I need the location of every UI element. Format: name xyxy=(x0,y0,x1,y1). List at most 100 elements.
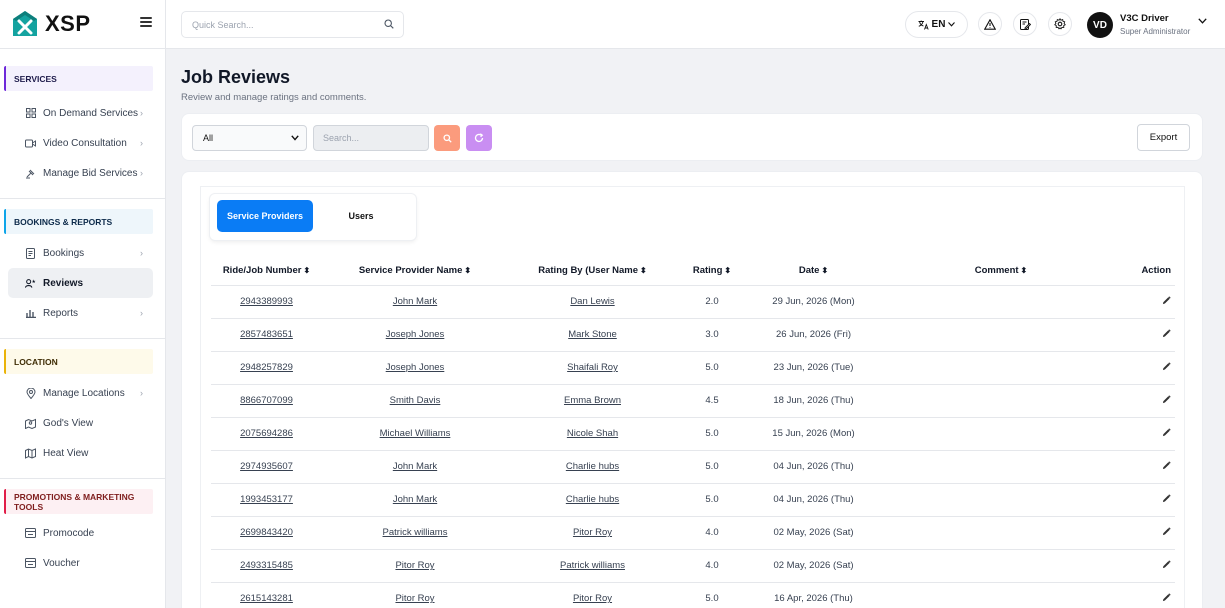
column-header-date[interactable]: Date ⬍ xyxy=(747,256,880,286)
warning-icon xyxy=(984,18,996,30)
column-header-provider-name[interactable]: Service Provider Name ⬍ xyxy=(322,256,508,286)
alert-button[interactable] xyxy=(978,12,1002,36)
edit-pencil-icon[interactable] xyxy=(1162,559,1171,569)
user-name-link[interactable]: Patrick williams xyxy=(508,549,677,583)
sidebar-item-manage-locations[interactable]: Manage Locations › xyxy=(8,378,153,408)
review-date: 29 Jun, 2026 (Mon) xyxy=(747,285,880,319)
column-header-rating-by[interactable]: Rating By (User Name ⬍ xyxy=(508,256,677,286)
table-row: 2943389993 John Mark Dan Lewis 2.0 29 Jun, 2… xyxy=(211,285,1175,319)
sidebar-item-reports[interactable]: Reports › xyxy=(8,298,153,328)
edit-pencil-icon[interactable] xyxy=(1162,328,1171,338)
reviews-card: Service Providers Users Ride/Job Number ⬍… xyxy=(181,171,1203,608)
edit-pencil-icon[interactable] xyxy=(1162,460,1171,470)
edit-pencil-icon[interactable] xyxy=(1162,394,1171,404)
job-number-link[interactable]: 1993453177 xyxy=(211,483,322,517)
user-name-link[interactable]: Shaifali Roy xyxy=(508,351,677,385)
settings-button[interactable] xyxy=(1048,12,1072,36)
provider-name-link[interactable]: John Mark xyxy=(322,483,508,517)
job-number-link[interactable]: 2948257829 xyxy=(211,351,322,385)
map-pin-icon xyxy=(25,418,36,429)
provider-name-link[interactable]: Patrick williams xyxy=(322,516,508,550)
sort-icon[interactable]: ⬍ xyxy=(724,266,731,275)
edit-pencil-icon[interactable] xyxy=(1162,592,1171,602)
table-row: 2699843420 Patrick williams Pitor Roy 4.0 02… xyxy=(211,516,1175,550)
sort-icon[interactable]: ⬍ xyxy=(1021,266,1028,275)
column-header-job-number[interactable]: Ride/Job Number ⬍ xyxy=(211,256,322,286)
provider-name-link[interactable]: Pitor Roy xyxy=(322,582,508,608)
sidebar-item-voucher[interactable]: Voucher xyxy=(8,548,153,578)
provider-name-link[interactable]: Pitor Roy xyxy=(322,549,508,583)
refresh-button[interactable] xyxy=(466,125,492,151)
user-name[interactable]: V3C Driver xyxy=(1120,13,1169,24)
user-name-link[interactable]: Pitor Roy xyxy=(508,516,677,550)
sort-icon[interactable]: ⬍ xyxy=(303,266,310,275)
edit-pencil-icon[interactable] xyxy=(1162,493,1171,503)
tab-users[interactable]: Users xyxy=(316,200,406,232)
job-number-link[interactable]: 2493315485 xyxy=(211,549,322,583)
search-button[interactable] xyxy=(434,125,460,151)
sidebar-item-manage-bid-services[interactable]: Manage Bid Services › xyxy=(8,158,153,188)
chevron-down-icon[interactable] xyxy=(1198,18,1207,24)
job-number-link[interactable]: 2615143281 xyxy=(211,582,322,608)
job-number-link[interactable]: 2075694286 xyxy=(211,417,322,451)
filter-select[interactable]: All xyxy=(192,125,307,151)
notes-button[interactable] xyxy=(1013,12,1037,36)
sort-icon[interactable]: ⬍ xyxy=(640,266,647,275)
review-date: 18 Jun, 2026 (Thu) xyxy=(747,384,880,418)
sort-icon[interactable]: ⬍ xyxy=(464,266,471,275)
search-icon[interactable] xyxy=(384,19,394,29)
action-cell xyxy=(1122,285,1175,319)
provider-name-link[interactable]: Joseph Jones xyxy=(322,351,508,385)
provider-name-link[interactable]: John Mark xyxy=(322,450,508,484)
user-name-link[interactable]: Charlie hubs xyxy=(508,450,677,484)
avatar[interactable]: VD xyxy=(1087,12,1113,38)
table-row: 1993453177 John Mark Charlie hubs 5.0 04 Jun… xyxy=(211,483,1175,517)
reviews-table: Ride/Job Number ⬍ Service Provider Name ⬍ … xyxy=(211,256,1175,608)
sidebar-item-video-consultation[interactable]: Video Consultation › xyxy=(8,128,153,158)
edit-pencil-icon[interactable] xyxy=(1162,361,1171,371)
filter-search-input[interactable]: Search... xyxy=(313,125,429,151)
column-header-comment[interactable]: Comment ⬍ xyxy=(880,256,1122,286)
user-name-link[interactable]: Mark Stone xyxy=(508,318,677,352)
edit-pencil-icon[interactable] xyxy=(1162,295,1171,305)
export-button[interactable]: Export xyxy=(1137,124,1190,151)
sidebar-item-on-demand-services[interactable]: On Demand Services › xyxy=(8,98,153,128)
page-subtitle: Review and manage ratings and comments. xyxy=(181,92,367,103)
menu-toggle-icon[interactable] xyxy=(140,17,152,27)
user-name-link[interactable]: Charlie hubs xyxy=(508,483,677,517)
job-number-link[interactable]: 2943389993 xyxy=(211,285,322,319)
rating-value: 4.5 xyxy=(677,384,747,418)
job-number-link[interactable]: 2699843420 xyxy=(211,516,322,550)
user-name-link[interactable]: Pitor Roy xyxy=(508,582,677,608)
provider-name-link[interactable]: Joseph Jones xyxy=(322,318,508,352)
edit-pencil-icon[interactable] xyxy=(1162,427,1171,437)
sidebar-item-gods-view[interactable]: God's View xyxy=(8,408,153,438)
sidebar-item-label: Reports xyxy=(43,307,79,319)
sidebar-item-label: Promocode xyxy=(43,527,95,539)
sidebar-item-promocode[interactable]: Promocode xyxy=(8,518,153,548)
divider xyxy=(0,338,165,339)
sidebar-item-reviews[interactable]: Reviews xyxy=(8,268,153,298)
job-number-link[interactable]: 8866707099 xyxy=(211,384,322,418)
brand-name[interactable]: XSP xyxy=(45,11,91,37)
provider-name-link[interactable]: Smith Davis xyxy=(322,384,508,418)
sidebar-item-bookings[interactable]: Bookings › xyxy=(8,238,153,268)
provider-name-link[interactable]: Michael Williams xyxy=(322,417,508,451)
user-name-link[interactable]: Dan Lewis xyxy=(508,285,677,319)
user-name-link[interactable]: Emma Brown xyxy=(508,384,677,418)
action-cell xyxy=(1122,582,1175,608)
reviews-table-container: Service Providers Users Ride/Job Number ⬍… xyxy=(200,186,1185,608)
edit-pencil-icon[interactable] xyxy=(1162,526,1171,536)
language-selector[interactable]: EN xyxy=(905,11,968,38)
sidebar-item-heat-view[interactable]: Heat View xyxy=(8,438,153,468)
quick-search-input[interactable]: Quick Search... xyxy=(181,11,404,38)
rating-value: 5.0 xyxy=(677,450,747,484)
column-header-rating[interactable]: Rating ⬍ xyxy=(677,256,747,286)
provider-name-link[interactable]: John Mark xyxy=(322,285,508,319)
tab-service-providers[interactable]: Service Providers xyxy=(217,200,313,232)
sidebar-item-label: On Demand Services xyxy=(43,107,139,119)
job-number-link[interactable]: 2857483651 xyxy=(211,318,322,352)
sort-icon[interactable]: ⬍ xyxy=(821,266,828,275)
user-name-link[interactable]: Nicole Shah xyxy=(508,417,677,451)
job-number-link[interactable]: 2974935607 xyxy=(211,450,322,484)
